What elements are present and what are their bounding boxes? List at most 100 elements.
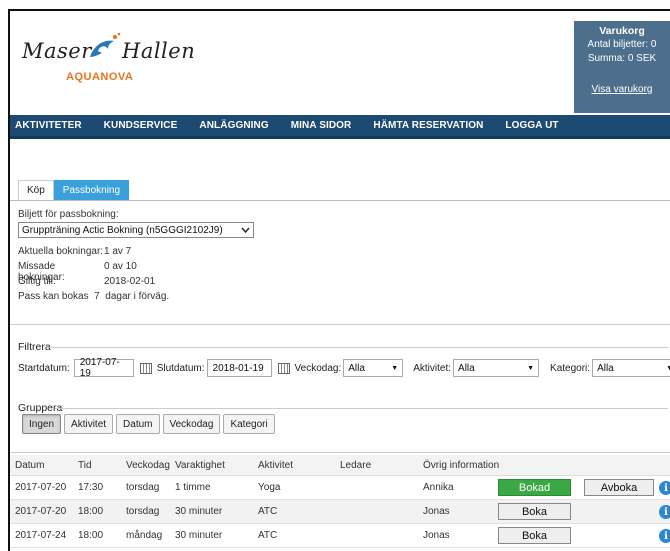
- filter-title: Filtrera: [18, 341, 51, 353]
- shopping-cart-box: Varukorg Antal biljetter: 0 Summa: 0 SEK…: [574, 21, 670, 113]
- row-time: 18:00: [78, 530, 104, 541]
- calendar-icon[interactable]: [277, 362, 290, 374]
- weekday-label: Veckodag:: [294, 362, 342, 374]
- table-row: 2017-07-20 18:00 torsdag 30 minuter ATC …: [10, 500, 670, 524]
- logo-subtitle: AQUANOVA: [66, 71, 134, 83]
- site-header: Maser Hallen AQUANOVA Varukorg Antal bil…: [10, 11, 670, 113]
- cancel-booking-button[interactable]: Avboka: [584, 479, 654, 496]
- nav-logga-ut[interactable]: LOGGA UT: [505, 120, 558, 131]
- table-row: 2017-07-24 18:00 måndag 30 minuter ATC J…: [10, 524, 670, 548]
- nav-kundservice[interactable]: KUNDSERVICE: [104, 120, 178, 131]
- group-none-button[interactable]: Ingen: [22, 414, 62, 434]
- missed-bookings-label: Missade bokningar:: [18, 261, 65, 283]
- calendar-icon[interactable]: [139, 362, 152, 374]
- nav-anlaggning[interactable]: ANLÄGGNING: [199, 120, 268, 131]
- group-weekday-button[interactable]: Veckodag: [162, 414, 221, 434]
- nav-hamta-reservation[interactable]: HÄMTA RESERVATION: [373, 120, 483, 131]
- nav-aktiviteter[interactable]: AKTIVITETER: [15, 120, 82, 131]
- category-select-value: Alla: [597, 362, 614, 374]
- start-date-label: Startdatum:: [18, 362, 70, 374]
- row-date: 2017-07-20: [15, 482, 67, 493]
- end-date-label: Slutdatum:: [156, 362, 205, 374]
- col-other-info: Övrig information: [423, 459, 500, 471]
- group-activity-button[interactable]: Aktivitet: [64, 414, 114, 434]
- row-weekday: torsdag: [126, 506, 160, 517]
- col-activity: Aktivitet: [258, 459, 294, 471]
- book-button[interactable]: Boka: [498, 527, 571, 544]
- logo-text-hallen: Hallen: [122, 39, 196, 63]
- end-date-input[interactable]: 2018-01-19: [206, 359, 272, 377]
- group-rule: [55, 408, 668, 409]
- book-button[interactable]: Boka: [498, 503, 571, 520]
- table-header: Datum Tid Veckodag Varaktighet Aktivitet…: [10, 455, 670, 476]
- current-bookings-row: Aktuella bokningar: 1 av 7: [18, 246, 658, 258]
- dolphin-logo-icon: [90, 32, 121, 57]
- filter-rule: [48, 347, 668, 348]
- missed-bookings-value: 0 av 10: [104, 261, 137, 272]
- row-weekday: torsdag: [126, 482, 160, 493]
- page-frame: Maser Hallen AQUANOVA Varukorg Antal bil…: [8, 9, 670, 551]
- ticket-label: Biljett för passbokning:: [18, 209, 119, 220]
- col-leader: Ledare: [340, 459, 372, 471]
- info-icon[interactable]: i: [659, 529, 670, 543]
- view-cart-link[interactable]: Visa varukorg: [574, 83, 670, 97]
- col-time: Tid: [78, 459, 92, 471]
- activity-select[interactable]: Alla ▼: [453, 359, 540, 377]
- tab-divider: [10, 200, 670, 201]
- current-bookings-label: Aktuella bokningar:: [18, 246, 104, 257]
- row-activity: Yoga: [258, 482, 281, 493]
- row-weekday: måndag: [126, 530, 163, 541]
- col-weekday: Veckodag: [126, 459, 170, 471]
- masershallen-logo[interactable]: Maser Hallen AQUANOVA: [22, 31, 196, 91]
- nav-mina-sidor[interactable]: MINA SIDOR: [291, 120, 352, 131]
- advance-booking-note: Pass kan bokas 7 dagar i förväg.: [18, 291, 170, 302]
- valid-until-row: Giltig till: 2018-02-01: [18, 276, 658, 288]
- filter-row: Startdatum: 2017-07-19 Slutdatum: 2018-0…: [18, 357, 670, 379]
- row-time: 18:00: [78, 506, 104, 517]
- chevron-down-icon: [241, 227, 250, 233]
- category-select[interactable]: Alla ▼: [592, 359, 670, 377]
- valid-until-label: Giltig till:: [18, 276, 56, 287]
- col-date: Datum: [15, 459, 45, 471]
- group-category-button[interactable]: Kategori: [223, 414, 275, 434]
- logo-text-maser: Maser: [22, 39, 92, 63]
- row-duration: 30 minuter: [175, 506, 223, 517]
- booking-info: Biljett för passbokning: Gruppträning Ac…: [18, 209, 658, 302]
- table-row: 2017-07-20 17:30 torsdag 1 timme Yoga An…: [10, 476, 670, 500]
- info-icon[interactable]: i: [659, 505, 670, 519]
- row-date: 2017-07-24: [15, 530, 67, 541]
- ticket-select-value: Gruppträning Actic Bokning (n5GGGI2102J9…: [22, 224, 223, 236]
- dropdown-arrow-icon: ▼: [527, 364, 535, 372]
- dropdown-arrow-icon: ▼: [666, 365, 670, 372]
- row-leader: Jonas: [423, 506, 450, 517]
- group-buttons: Ingen Aktivitet Datum Veckodag Kategori: [22, 414, 278, 434]
- col-duration: Varaktighet: [175, 459, 225, 471]
- section-divider: [10, 324, 670, 325]
- weekday-select[interactable]: Alla ▼: [343, 359, 404, 377]
- row-leader: Jonas: [423, 530, 450, 541]
- row-time: 17:30: [78, 482, 104, 493]
- valid-until-value: 2018-02-01: [104, 276, 156, 287]
- category-label: Kategori:: [550, 362, 591, 374]
- tab-passbokning[interactable]: Passbokning: [53, 180, 130, 200]
- info-icon[interactable]: i: [659, 481, 670, 495]
- missed-bookings-row: Missade bokningar: 0 av 10: [18, 261, 658, 283]
- row-duration: 30 minuter: [175, 530, 223, 541]
- cart-ticket-count: Antal biljetter: 0: [587, 39, 657, 50]
- row-leader: Annika: [423, 482, 454, 493]
- row-activity: ATC: [258, 506, 278, 517]
- ticket-select[interactable]: Gruppträning Actic Bokning (n5GGGI2102J9…: [18, 222, 254, 238]
- cart-sum: Summa: 0 SEK: [587, 53, 657, 64]
- row-activity: ATC: [258, 530, 278, 541]
- weekday-select-value: Alla: [348, 362, 365, 374]
- row-duration: 1 timme: [175, 482, 211, 493]
- group-date-button[interactable]: Datum: [116, 414, 160, 434]
- tab-kop[interactable]: Köp: [18, 180, 54, 200]
- current-bookings-value: 1 av 7: [104, 246, 132, 257]
- cart-title: Varukorg: [599, 25, 645, 37]
- activity-select-value: Alla: [458, 362, 475, 374]
- start-date-input[interactable]: 2017-07-19: [73, 357, 134, 379]
- tab-bar: Köp Passbokning: [18, 180, 130, 200]
- row-date: 2017-07-20: [15, 506, 67, 517]
- booked-button[interactable]: Bokad: [498, 479, 571, 496]
